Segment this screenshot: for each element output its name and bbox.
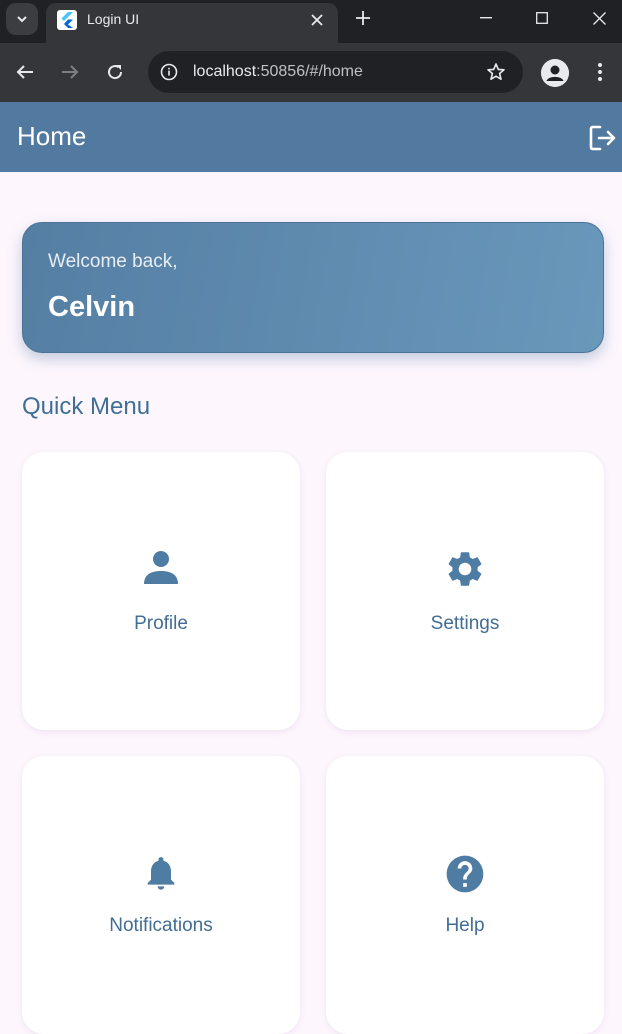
browser-tab[interactable]: Login UI xyxy=(46,3,338,43)
site-info-icon[interactable] xyxy=(158,61,180,83)
help-circle-icon xyxy=(326,852,604,896)
profile-avatar-icon[interactable] xyxy=(541,59,569,87)
url-text: localhost:50856/#/home xyxy=(193,63,363,80)
address-bar[interactable]: localhost:50856/#/home xyxy=(148,51,523,93)
welcome-card: Welcome back, Celvin xyxy=(22,222,604,353)
back-arrow-icon[interactable] xyxy=(10,57,40,87)
menu-label: Profile xyxy=(134,613,188,634)
flutter-favicon-icon xyxy=(57,10,77,30)
close-window-icon[interactable] xyxy=(571,0,622,36)
menu-label: Settings xyxy=(430,613,500,634)
menu-card-profile[interactable]: Profile xyxy=(22,452,300,730)
tab-close-icon[interactable] xyxy=(306,9,328,31)
menu-card-notifications[interactable]: Notifications xyxy=(22,756,300,1034)
user-name: Celvin xyxy=(48,291,136,323)
maximize-window-icon[interactable] xyxy=(514,0,570,36)
chevron-down-icon xyxy=(17,16,27,23)
bell-icon xyxy=(22,852,300,894)
page-title: Home xyxy=(17,121,87,151)
browser-tab-bar: Login UI xyxy=(0,0,622,43)
gear-icon xyxy=(326,548,604,590)
forward-arrow-icon[interactable] xyxy=(55,57,85,87)
menu-label: Help xyxy=(445,915,485,936)
tab-title: Login UI xyxy=(87,11,140,27)
person-icon xyxy=(22,548,300,586)
minimize-window-icon[interactable] xyxy=(458,0,514,36)
browser-toolbar: localhost:50856/#/home xyxy=(0,43,622,102)
reload-icon[interactable] xyxy=(100,57,130,87)
bookmark-star-icon[interactable] xyxy=(485,61,507,83)
app-bar: Home xyxy=(0,102,622,172)
quick-menu-title: Quick Menu xyxy=(22,393,151,420)
logout-icon[interactable] xyxy=(586,121,620,155)
browser-menu-kebab-icon[interactable] xyxy=(588,57,612,87)
menu-card-settings[interactable]: Settings xyxy=(326,452,604,730)
menu-card-help[interactable]: Help xyxy=(326,756,604,1034)
menu-label: Notifications xyxy=(109,915,213,936)
new-tab-plus-icon[interactable] xyxy=(350,5,376,31)
welcome-subtitle: Welcome back, xyxy=(48,251,178,272)
tab-search-button[interactable] xyxy=(6,3,38,35)
